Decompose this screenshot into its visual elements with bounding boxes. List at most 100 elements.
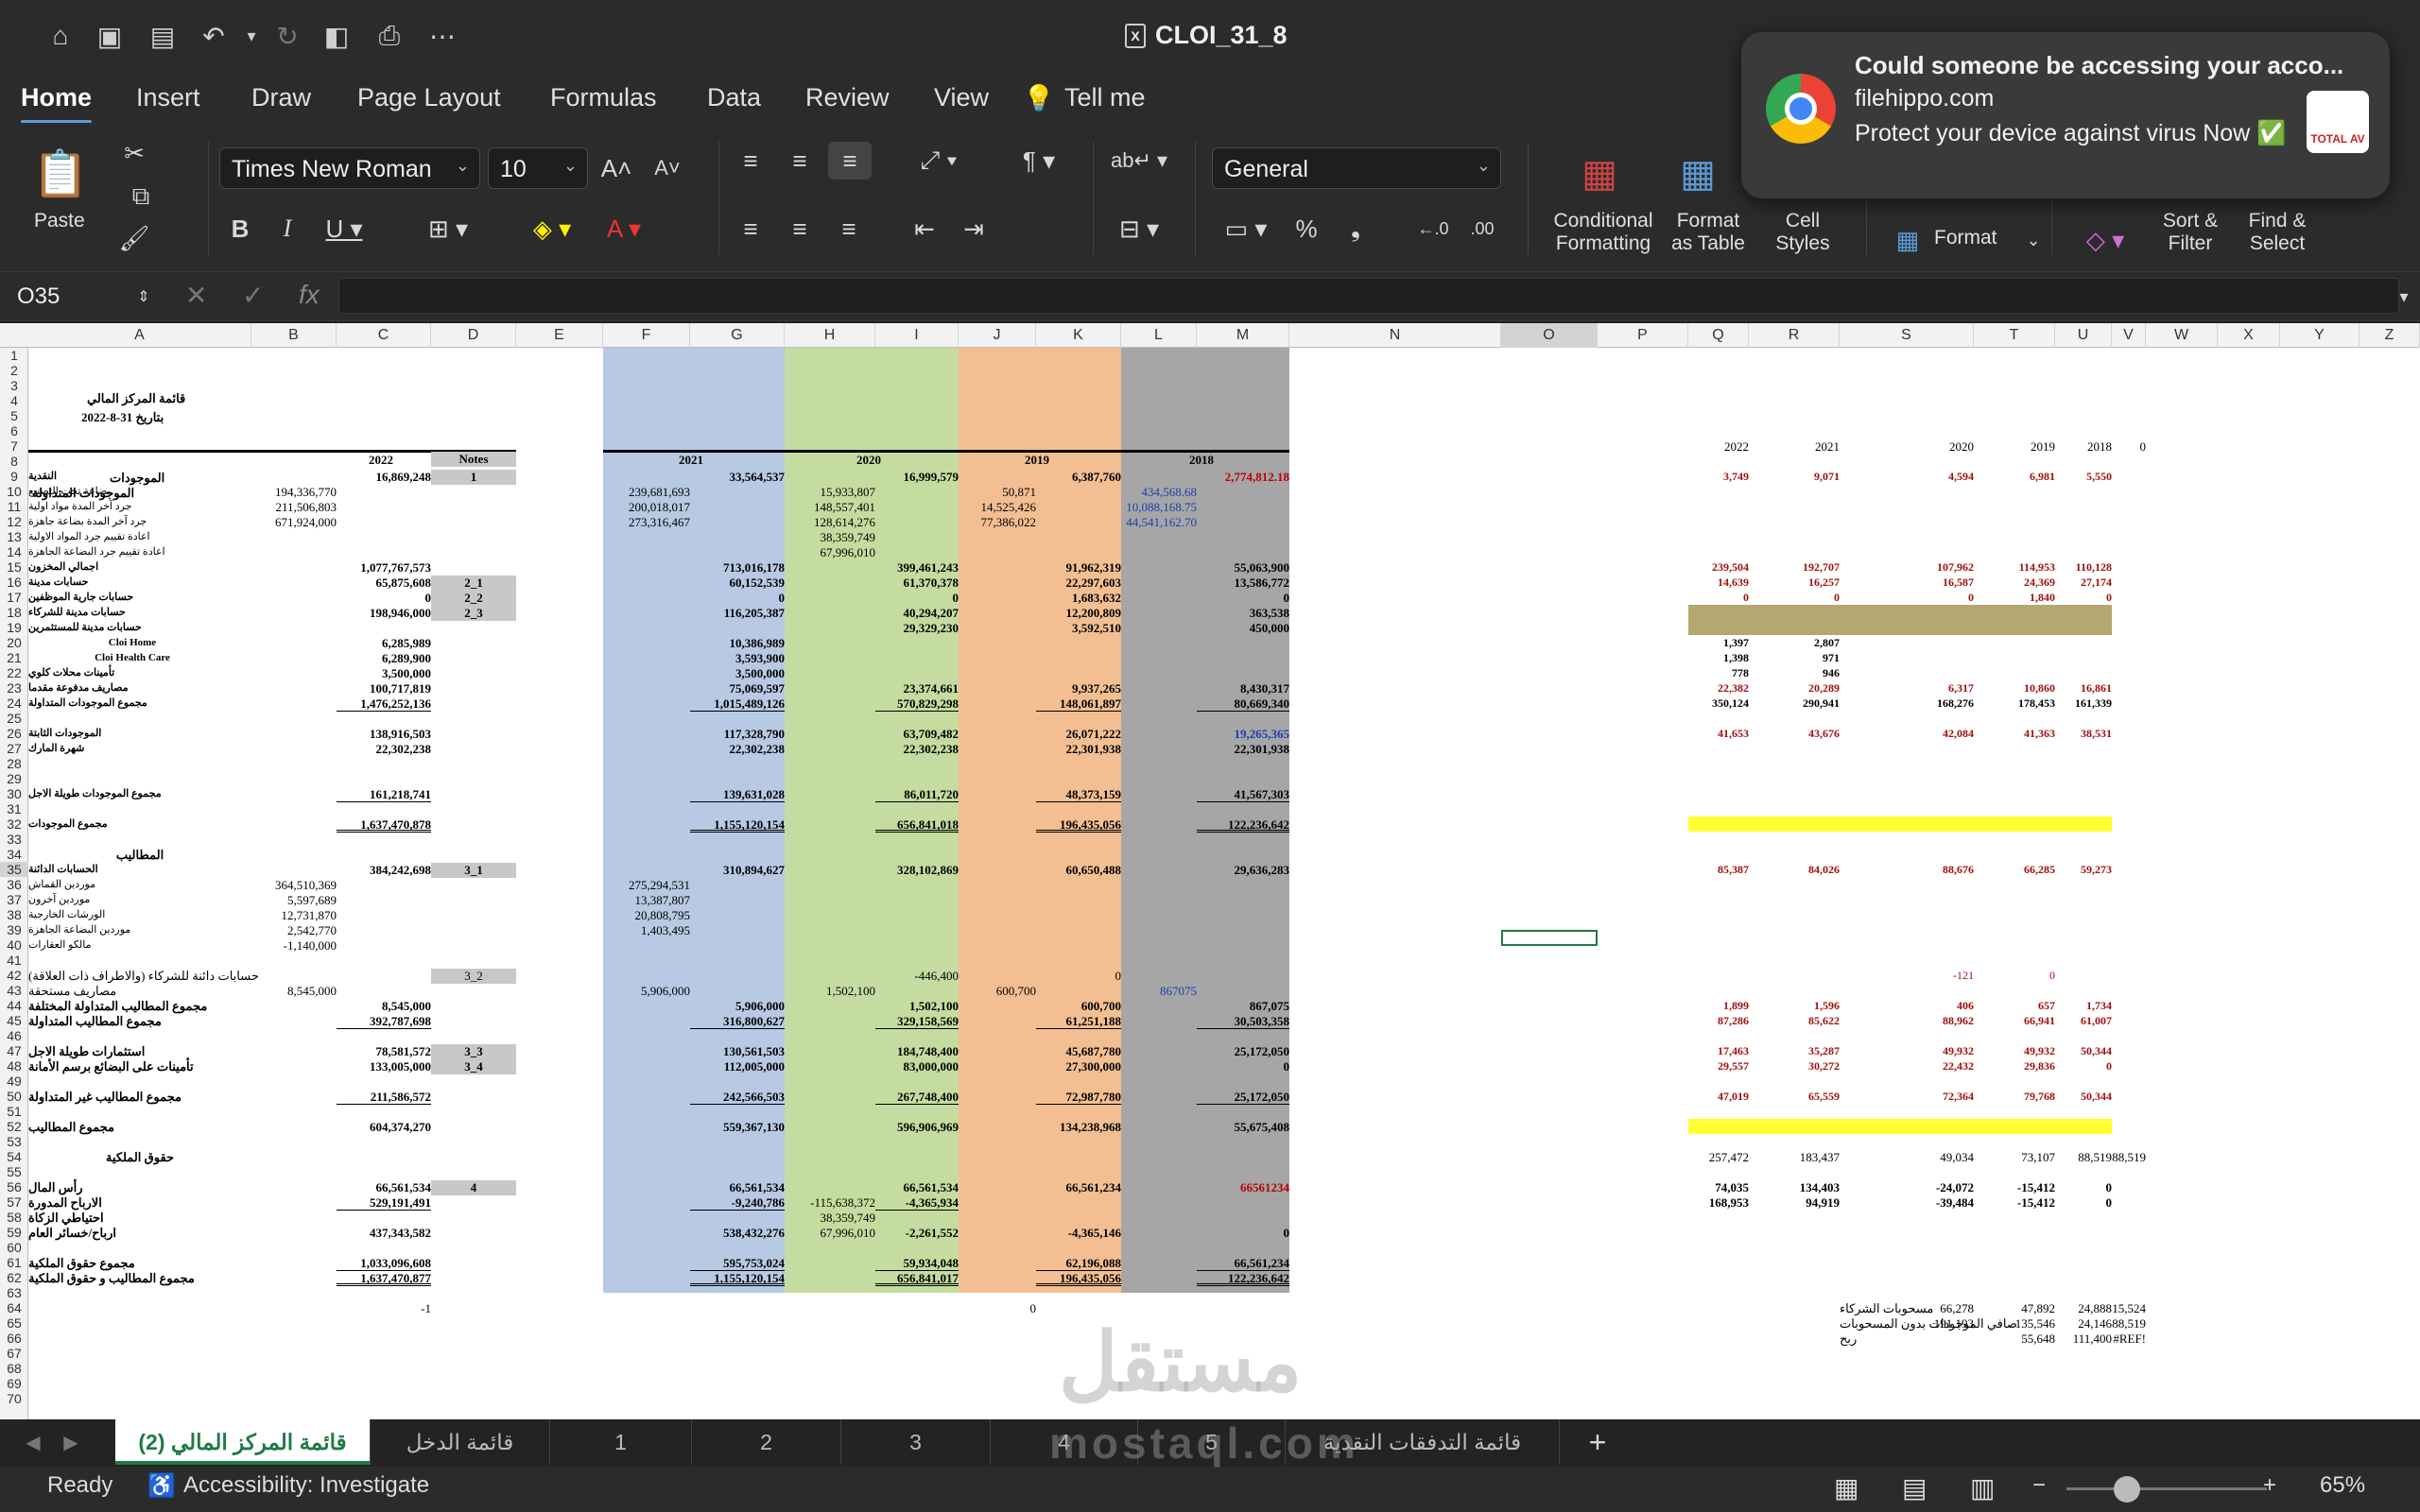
row-label[interactable]: موردين البضاعة الجاهزة	[28, 923, 251, 938]
table-cell[interactable]: 437,343,582	[337, 1226, 431, 1241]
row-header[interactable]: 35	[0, 862, 28, 877]
row-label[interactable]: النقدية	[28, 470, 251, 485]
table-cell[interactable]: 22,382	[1688, 681, 1749, 696]
table-cell[interactable]: 559,367,130	[690, 1120, 785, 1135]
page-break-view-icon[interactable]: ▥	[1970, 1472, 1995, 1503]
format-as-table-icon[interactable]: ▦	[1668, 146, 1728, 202]
table-cell[interactable]: 107,962	[1840, 560, 1974, 576]
table-cell[interactable]: 117,328,790	[690, 727, 785, 742]
table-cell[interactable]: 85,622	[1749, 1014, 1840, 1029]
align-center-icon[interactable]: ≡	[781, 210, 819, 248]
table-cell[interactable]: 0	[959, 1301, 1037, 1316]
column-header[interactable]: U	[2055, 323, 2112, 348]
confirm-icon[interactable]: ✓	[242, 280, 264, 311]
table-cell[interactable]: 239,504	[1688, 560, 1749, 576]
column-header[interactable]: Q	[1688, 323, 1749, 348]
column-header[interactable]: T	[1974, 323, 2055, 348]
table-cell[interactable]: -1,140,000	[251, 938, 337, 954]
row-label[interactable]: حسابات دائنة للشركاء (والاطراف ذات العلا…	[28, 969, 259, 984]
row-header[interactable]: 27	[0, 741, 28, 756]
table-cell[interactable]: 12,731,870	[251, 908, 337, 923]
row-header[interactable]: 68	[0, 1361, 28, 1376]
table-cell[interactable]: 19,265,365	[1197, 727, 1290, 742]
table-cell[interactable]: -115,638,372	[785, 1195, 875, 1211]
underline-icon[interactable]: U ▾	[318, 210, 371, 248]
table-cell[interactable]: 60,152,539	[690, 576, 786, 591]
row-header[interactable]: 28	[0, 756, 28, 771]
column-header[interactable]: A	[28, 323, 251, 348]
table-cell[interactable]: 2,774,812.18	[1197, 470, 1289, 485]
table-cell[interactable]: 1,077,767,573	[337, 560, 431, 576]
table-cell[interactable]: 778	[1688, 666, 1749, 681]
row-label[interactable]: المطاليب	[28, 848, 251, 863]
table-cell[interactable]: 8,545,000	[337, 999, 431, 1014]
row-header[interactable]: 43	[0, 983, 28, 998]
row-label[interactable]: الارباح المدورة	[28, 1195, 251, 1211]
row-header[interactable]: 58	[0, 1210, 28, 1225]
row-header[interactable]: 56	[0, 1179, 28, 1194]
table-cell[interactable]: -15,412	[1974, 1195, 2055, 1211]
table-cell[interactable]: 0	[1197, 1059, 1290, 1074]
table-cell[interactable]: 30,272	[1749, 1059, 1840, 1074]
table-cell[interactable]: 50,344	[2055, 1090, 2112, 1105]
table-cell[interactable]: 1,398	[1688, 651, 1749, 666]
table-cell[interactable]: 0	[1197, 591, 1290, 606]
row-header[interactable]: 29	[0, 771, 28, 786]
row-header[interactable]: 32	[0, 816, 28, 832]
table-cell[interactable]: 42,084	[1840, 727, 1974, 742]
column-header[interactable]: K	[1036, 323, 1121, 348]
table-cell[interactable]: 350,124	[1688, 696, 1749, 712]
zoom-in-icon[interactable]: +	[2263, 1472, 2276, 1499]
row-header[interactable]: 15	[0, 559, 28, 575]
row-label[interactable]: مجموع حقوق الملكية	[28, 1256, 251, 1271]
table-cell[interactable]: 66,941	[1974, 1014, 2055, 1029]
table-cell[interactable]: 4,594	[1840, 470, 1974, 485]
row-label[interactable]: حسابات مدينة للمستثمرين	[28, 621, 251, 636]
find-select-label[interactable]: Find & Select	[2238, 210, 2316, 255]
table-cell[interactable]: 10,860	[1974, 681, 2055, 696]
tab-review[interactable]: Review	[805, 83, 890, 112]
table-cell[interactable]: 77,386,022	[959, 515, 1037, 530]
cut-icon[interactable]: ✂	[117, 136, 151, 170]
row-label[interactable]: مجموع الموجودات طويلة الاجل	[28, 787, 251, 802]
print-icon[interactable]: ⎙	[371, 17, 408, 55]
save-icon[interactable]: ▣	[91, 17, 129, 55]
table-cell[interactable]: 15,933,807	[785, 485, 876, 500]
row-header[interactable]: 26	[0, 726, 28, 741]
percent-icon[interactable]: %	[1288, 210, 1325, 248]
table-cell[interactable]: 66,561,534	[337, 1180, 432, 1195]
format-as-table-label[interactable]: Format as Table	[1668, 210, 1749, 255]
table-cell[interactable]: 600,700	[1036, 999, 1121, 1014]
table-cell[interactable]: 0	[1974, 969, 2055, 984]
table-cell[interactable]: 946	[1749, 666, 1840, 681]
formula-input[interactable]	[338, 278, 2399, 314]
cancel-icon[interactable]: ✕	[185, 280, 207, 311]
sheet-tab-3[interactable]: 3	[841, 1419, 991, 1465]
row-header[interactable]: 19	[0, 620, 28, 635]
save-as-icon[interactable]: ▤	[144, 17, 182, 55]
bold-icon[interactable]: B	[223, 210, 257, 248]
row-header[interactable]: 8	[0, 454, 28, 469]
table-cell[interactable]: 867075	[1121, 984, 1197, 999]
table-cell[interactable]: 22,297,603	[1036, 576, 1122, 591]
row-header[interactable]: 12	[0, 514, 28, 529]
table-cell[interactable]: 16,861	[2055, 681, 2112, 696]
table-cell[interactable]: 26,071,222	[1036, 727, 1122, 742]
table-cell[interactable]: 329,158,569	[875, 1014, 959, 1029]
align-right-icon[interactable]: ≡	[830, 210, 868, 248]
table-cell[interactable]: 23,374,661	[875, 681, 959, 696]
table-cell[interactable]: 570,829,298	[875, 696, 959, 712]
table-cell[interactable]: 0	[2055, 1180, 2113, 1195]
table-cell[interactable]: 971	[1749, 651, 1840, 666]
column-header[interactable]: R	[1749, 323, 1840, 348]
table-cell[interactable]: 22,302,238	[875, 742, 959, 757]
undo-icon[interactable]: ↶	[195, 17, 233, 55]
table-cell[interactable]: 111,400	[2055, 1332, 2112, 1347]
table-cell[interactable]: 128,614,276	[785, 515, 875, 530]
row-label[interactable]: اجمالي المخزون	[28, 560, 251, 576]
row-header[interactable]: 24	[0, 696, 28, 711]
normal-view-icon[interactable]: ▦	[1834, 1472, 1858, 1503]
table-cell[interactable]: 0	[1197, 1226, 1290, 1241]
table-cell[interactable]: 22,301,938	[1036, 742, 1122, 757]
table-cell[interactable]: 316,800,627	[690, 1014, 785, 1029]
